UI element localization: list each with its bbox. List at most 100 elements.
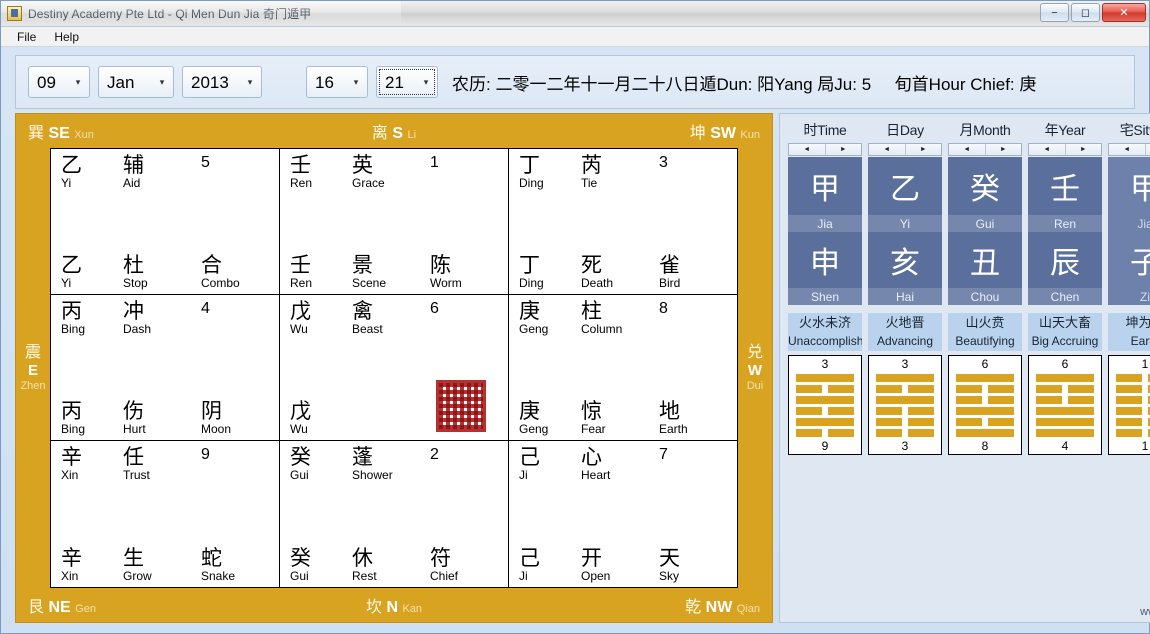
app-icon [7, 6, 22, 21]
hexagram-bottom-number: 3 [901, 439, 909, 454]
qimen-glyph-pinyin [201, 172, 271, 185]
red-seal-icon [436, 380, 486, 432]
direction-cn-w: 兑 [746, 343, 763, 361]
dun-value: 阳Yang [757, 74, 813, 94]
qimen-glyph: 蓬 Shower [352, 446, 430, 483]
arrow-right-icon[interactable]: ► [1145, 144, 1150, 155]
arrow-left-icon[interactable]: ◄ [789, 144, 826, 155]
year-select[interactable]: 2013 ▾ [182, 66, 262, 98]
qimen-glyph: 芮 Tie [581, 154, 659, 190]
pillar-stem-pinyin: Yi [868, 215, 942, 232]
qimen-glyph: 2 [430, 446, 500, 482]
qimen-glyph-pinyin: Geng [519, 421, 549, 436]
qimen-glyph: 冲 Dash [123, 300, 201, 337]
hexagram-name-en: Unaccomplished [788, 332, 862, 352]
window-controls: − ◻ ✕ [1040, 3, 1146, 22]
qimen-glyph-cn: 禽 [352, 300, 373, 323]
hexagram-bottom-number: 9 [821, 439, 829, 454]
qimen-glyph: 伤 Hurt [123, 400, 201, 436]
qimen-glyph-cn: 庚 [519, 300, 540, 323]
qimen-glyph-cn: 天 [659, 546, 680, 570]
hexagram-name-en: Big Accruing [1028, 332, 1102, 352]
qimen-cell[interactable]: 辛 Xin 任 Trust 9 辛 Xin 生 Grow 蛇 Snake [51, 441, 280, 587]
qimen-cell-row-top: 庚 Geng 柱 Column 8 [519, 300, 729, 336]
pillar-spinner[interactable]: ◄► [1028, 143, 1102, 156]
hexagram-line-solid [1036, 417, 1094, 426]
qimen-glyph: 壬 Ren [290, 254, 352, 290]
qimen-cell[interactable]: 庚 Geng 柱 Column 8 庚 Geng 惊 Fear 地 Earth [509, 295, 737, 441]
qimen-glyph: 8 [659, 300, 729, 336]
direction-en-s: S [392, 125, 404, 142]
hexagram-line-solid [956, 406, 1014, 415]
qimen-glyph-pinyin: Scene [352, 275, 387, 290]
qimen-glyph: 丁 Ding [519, 154, 581, 190]
pillar-title: 宅Sitting [1119, 122, 1150, 138]
arrow-right-icon[interactable]: ► [985, 144, 1021, 155]
arrow-left-icon[interactable]: ◄ [1109, 144, 1146, 155]
qimen-glyph-cn: 丁 [519, 253, 540, 277]
qimen-glyph: 生 Grow [123, 547, 201, 583]
arrow-left-icon[interactable]: ◄ [1029, 144, 1066, 155]
minute-select[interactable]: 21 ▾ [376, 66, 438, 98]
close-button[interactable]: ✕ [1102, 3, 1146, 22]
hour-select-value: 16 [315, 72, 334, 92]
pillar-spinner[interactable]: ◄► [1108, 143, 1150, 156]
qimen-cell[interactable]: 戊 Wu 禽 Beast 6 戊 Wu [280, 295, 509, 441]
qimen-cell[interactable]: 癸 Gui 蓬 Shower 2 癸 Gui 休 Rest 符 Chief [280, 441, 509, 587]
qimen-glyph-pinyin: Shower [352, 468, 393, 483]
qimen-cell[interactable]: 丁 Ding 芮 Tie 3 丁 Ding 死 Death 雀 Bird [509, 149, 737, 295]
qimen-glyph: 壬 Ren [290, 154, 352, 191]
qimen-glyph-pinyin: Dash [123, 322, 152, 337]
chevron-down-icon: ▾ [247, 76, 253, 87]
arrow-right-icon[interactable]: ► [1065, 144, 1101, 155]
menu-item-file[interactable]: File [9, 28, 44, 46]
qimen-glyph: 己 Ji [519, 446, 581, 482]
qimen-glyph-pinyin: Moon [201, 421, 232, 436]
pillar-spinner[interactable]: ◄► [868, 143, 942, 156]
qimen-glyph: 地 Earth [659, 400, 729, 436]
qimen-cell[interactable]: 壬 Ren 英 Grace 1 壬 Ren 景 Scene 陈 Worm [280, 149, 509, 295]
arrow-right-icon[interactable]: ► [825, 144, 861, 155]
day-select[interactable]: 09 ▾ [28, 66, 90, 98]
menu-item-help[interactable]: Help [46, 28, 87, 46]
pillar-title: 月Month [959, 122, 1011, 138]
qimen-cell[interactable]: 乙 Yi 辅 Aid 5 乙 Yi 杜 Stop 合 Combo [51, 149, 280, 295]
pillar-title: 年Year [1044, 122, 1086, 138]
qimen-glyph: 惊 Fear [581, 400, 659, 436]
qimen-glyph-pinyin: Ren [290, 176, 313, 191]
qimen-glyph: 6 [430, 300, 500, 336]
direction-label-n: 坎 N Kan [366, 593, 422, 617]
arrow-left-icon[interactable]: ◄ [949, 144, 986, 155]
qimen-glyph: 休 Rest [352, 547, 430, 583]
qimen-glyph [352, 401, 430, 436]
direction-label-sw: 坤 SW Kun [690, 119, 760, 143]
qimen-glyph-cn: 辛 [61, 546, 82, 570]
qimen-cell-row-top: 己 Ji 心 Heart 7 [519, 446, 729, 482]
pillar-spinner[interactable]: ◄► [788, 143, 862, 156]
qimen-chart-panel: 巽 SE Xun 离 S Li 坤 SW Kun 震 E Zhen 乙 Yi 辅… [15, 113, 773, 623]
hexagram-top-number: 3 [821, 357, 829, 372]
direction-en-n: N [386, 599, 398, 616]
pillar-stem-pinyin: Jia [788, 215, 862, 232]
minimize-button[interactable]: − [1040, 3, 1069, 22]
arrow-right-icon[interactable]: ► [905, 144, 941, 155]
pillar-spinner[interactable]: ◄► [948, 143, 1022, 156]
direction-cn-e: 震 [24, 343, 41, 361]
arrow-left-icon[interactable]: ◄ [869, 144, 906, 155]
qimen-glyph-cn: 壬 [290, 154, 311, 177]
qimen-glyph-pinyin [659, 172, 729, 185]
maximize-button[interactable]: ◻ [1071, 3, 1100, 22]
qimen-cell[interactable]: 己 Ji 心 Heart 7 己 Ji 开 Open 天 Sky [509, 441, 737, 587]
hour-select[interactable]: 16 ▾ [306, 66, 368, 98]
month-select[interactable]: Jan ▾ [98, 66, 174, 98]
qimen-cell[interactable]: 丙 Bing 冲 Dash 4 丙 Bing 伤 Hurt 阴 Moon [51, 295, 280, 441]
pillar-stem: 甲 [788, 157, 862, 215]
qimen-glyph-pinyin: Worm [430, 275, 462, 290]
hexagram-column: 火水未济Unaccomplished39 [788, 313, 862, 456]
qimen-glyph-pinyin [201, 318, 271, 331]
hexagram-line-broken [876, 384, 934, 393]
qimen-glyph-pinyin [430, 464, 500, 477]
side-panel: 时Time ◄ ► 甲 Jia 申 Shen 日Day ◄ ► 乙 Yi 亥 Hai 月Month ◄ ► 癸 Gu… [779, 113, 1150, 623]
direction-en-ne: NE [48, 599, 71, 616]
qimen-glyph-cn [352, 401, 430, 423]
